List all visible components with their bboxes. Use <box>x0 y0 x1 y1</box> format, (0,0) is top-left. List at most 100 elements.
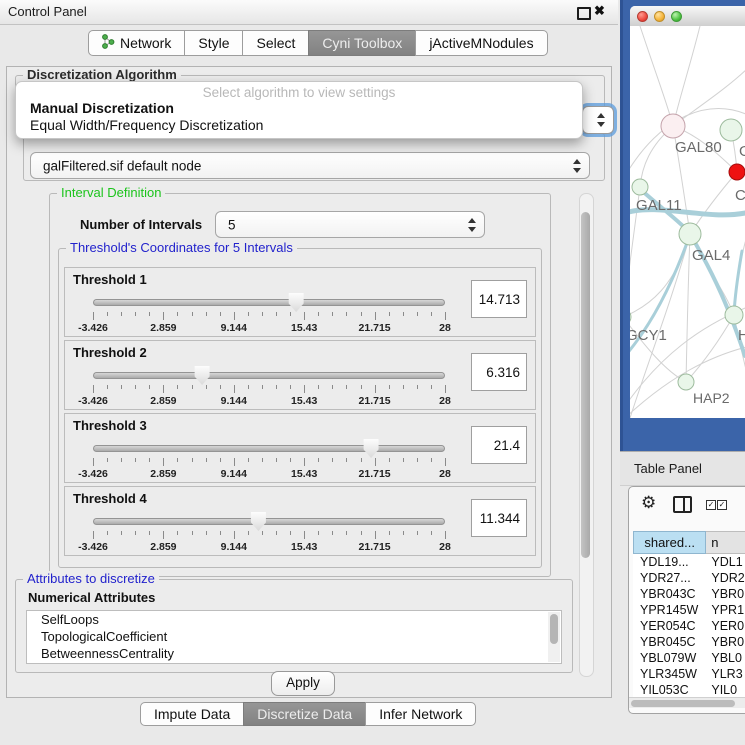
threshold-value-field[interactable]: 11.344 <box>471 499 527 537</box>
float-window-icon[interactable] <box>577 7 591 20</box>
gal11-node[interactable] <box>632 179 648 195</box>
h-node[interactable] <box>725 306 743 324</box>
slider-track[interactable] <box>93 445 445 452</box>
split-column-icon[interactable] <box>673 496 692 513</box>
slider-tick <box>107 385 108 389</box>
network-icon <box>102 34 115 52</box>
cell-name: YIL0 <box>706 682 745 698</box>
slider-tick <box>163 312 164 320</box>
panel-scrollbar[interactable] <box>579 193 594 677</box>
table-row[interactable]: YLR345W YLR3 <box>633 666 745 682</box>
threshold-value-field[interactable]: 21.4 <box>471 426 527 464</box>
slider-tick <box>177 458 178 462</box>
slider-track[interactable] <box>93 372 445 379</box>
algorithm-combobox-stepper[interactable] <box>582 106 614 134</box>
table-row[interactable]: YDR27... YDR2 <box>633 570 745 586</box>
network-window-titlebar[interactable] <box>630 6 745 27</box>
tab-select[interactable]: Select <box>242 30 309 56</box>
table-horizontal-scrollbar-thumb[interactable] <box>631 700 735 707</box>
table-row[interactable]: YBR045C YBR0 <box>633 634 745 650</box>
slider-track[interactable] <box>93 299 445 306</box>
tab-style[interactable]: Style <box>184 30 243 56</box>
panel-scrollbar-thumb[interactable] <box>581 212 590 558</box>
gcy1-node[interactable] <box>630 309 631 325</box>
slider-tick-label: 9.144 <box>221 322 247 334</box>
tab-network[interactable]: Network <box>88 30 185 56</box>
red-node[interactable] <box>729 164 745 180</box>
threshold-value-field[interactable]: 14.713 <box>471 280 527 318</box>
tab-jactivemnodules[interactable]: jActiveMNodules <box>415 30 547 56</box>
slider-tick <box>332 312 333 316</box>
apply-button[interactable]: Apply <box>271 671 335 696</box>
slider-track[interactable] <box>93 518 445 525</box>
dropdown-item-equal-width-frequency-discretization[interactable]: Equal Width/Frequency Discretization <box>16 117 582 134</box>
dropdown-item-manual-discretization[interactable]: Manual Discretization <box>16 100 582 117</box>
slider-tick <box>318 312 319 316</box>
attributes-list-scrollbar[interactable] <box>548 612 560 662</box>
slider-tick <box>234 531 235 539</box>
zoom-traffic-light-icon[interactable] <box>671 11 682 22</box>
slider-tick-label: 15.43 <box>291 395 317 407</box>
slider-tick <box>234 385 235 393</box>
threshold-slider[interactable]: -3.4262.8599.14415.4321.71528 <box>93 365 445 407</box>
threshold-label: Threshold 4 <box>73 491 147 506</box>
slider-tick-label: 28 <box>439 395 451 407</box>
slider-tick <box>163 458 164 466</box>
tab-cyni-toolbox[interactable]: Cyni Toolbox <box>308 30 416 56</box>
threshold-slider[interactable]: -3.4262.8599.14415.4321.71528 <box>93 292 445 334</box>
slider-tick <box>276 312 277 316</box>
hap2-node[interactable] <box>678 374 694 390</box>
attribute-item-betweennesscentrality[interactable]: BetweennessCentrality <box>27 645 561 662</box>
close-icon[interactable]: ✖ <box>594 3 605 19</box>
slider-tick <box>220 531 221 535</box>
checkbox-icon[interactable]: ✓ <box>706 500 716 510</box>
number-of-intervals-combobox[interactable]: 5 <box>215 211 485 238</box>
tab-impute-data[interactable]: Impute Data <box>140 702 244 726</box>
column-header-shared-name[interactable]: shared... <box>633 531 706 554</box>
close-traffic-light-icon[interactable] <box>637 11 648 22</box>
slider-thumb[interactable] <box>250 512 267 531</box>
table-row[interactable]: YPR145W YPR1 <box>633 602 745 618</box>
numerical-attributes-list[interactable]: SelfLoopsTopologicalCoefficientBetweenne… <box>26 610 562 664</box>
threshold-slider[interactable]: -3.4262.8599.14415.4321.71528 <box>93 438 445 480</box>
threshold-label: Threshold 2 <box>73 345 147 360</box>
threshold-value-field[interactable]: 6.316 <box>471 353 527 391</box>
checkbox-icon[interactable]: ✓ <box>717 500 727 510</box>
network-canvas[interactable]: GAL80GGAL11CGAL4GCY1HHAP2 <box>630 26 745 418</box>
table-row[interactable]: YER054C YER0 <box>633 618 745 634</box>
attribute-item-topologicalcoefficient[interactable]: TopologicalCoefficient <box>27 628 561 645</box>
slider-tick <box>445 458 446 466</box>
attributes-list-scrollbar-thumb[interactable] <box>550 614 558 644</box>
attribute-item-selfloops[interactable]: SelfLoops <box>27 611 561 628</box>
table-row[interactable]: YBR043C YBR0 <box>633 586 745 602</box>
slider-thumb[interactable] <box>194 366 211 385</box>
column-header-name[interactable]: n <box>706 531 745 554</box>
slider-tick <box>135 531 136 535</box>
minimize-traffic-light-icon[interactable] <box>654 11 665 22</box>
slider-tick <box>304 531 305 539</box>
gal80-node[interactable] <box>661 114 685 138</box>
table-row[interactable]: YDL19... YDL1 <box>633 554 745 570</box>
slider-tick-label: -3.426 <box>78 468 108 480</box>
slider-tick-label: 28 <box>439 541 451 553</box>
slider-tick <box>248 385 249 389</box>
threshold-block-2: Threshold 2 -3.4262.8599.14415.4321.7152… <box>64 340 536 410</box>
tab-discretize-data[interactable]: Discretize Data <box>243 702 366 726</box>
slider-tick <box>220 385 221 389</box>
slider-tick <box>107 531 108 535</box>
interval-definition-group: Interval Definition Number of Intervals … <box>49 193 551 577</box>
table-row[interactable]: YIL053C YIL0 <box>633 682 745 698</box>
stepper-arrows-icon <box>468 218 477 232</box>
slider-tick <box>290 458 291 462</box>
table-data-combobox[interactable]: galFiltered.sif default node <box>30 152 590 179</box>
slider-thumb[interactable] <box>288 293 305 312</box>
slider-thumb[interactable] <box>363 439 380 458</box>
gear-icon[interactable]: ⚙ <box>641 493 656 513</box>
gal4-node[interactable] <box>679 223 701 245</box>
stepper-arrows-icon <box>573 159 582 173</box>
topright-node[interactable] <box>720 119 742 141</box>
table-row[interactable]: YBL079W YBL0 <box>633 650 745 666</box>
table-horizontal-scrollbar[interactable] <box>629 697 745 708</box>
tab-infer-network[interactable]: Infer Network <box>365 702 476 726</box>
threshold-slider[interactable]: -3.4262.8599.14415.4321.71528 <box>93 511 445 553</box>
